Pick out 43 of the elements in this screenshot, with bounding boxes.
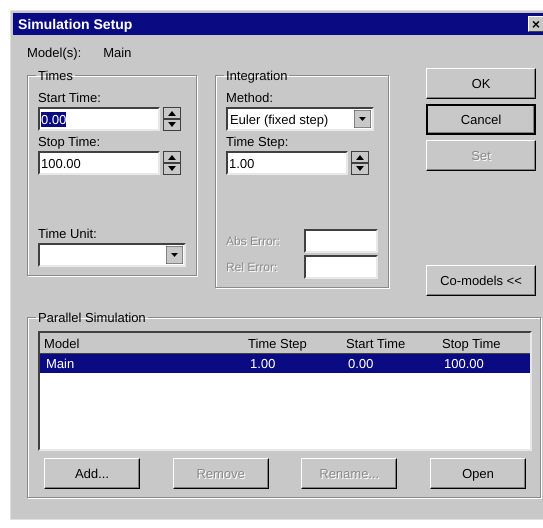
column-header[interactable]: Stop Time [438, 336, 530, 350]
field-label: Time Unit: [38, 226, 98, 243]
list-button[interactable]: Open [430, 458, 526, 489]
input-field[interactable]: 0.00 [38, 107, 160, 131]
table-cell-text: 0.00 [347, 356, 374, 371]
models-value: Main [103, 44, 132, 60]
column-header[interactable]: Model [40, 336, 244, 350]
input-field[interactable]: 100.00 [38, 151, 160, 175]
table-cell-text: Main [45, 356, 76, 371]
column-header[interactable]: Start Time [342, 336, 438, 350]
dialog-button[interactable]: Cancel [426, 104, 536, 135]
field-value: 1.00 [229, 156, 254, 170]
dropdown-field[interactable]: Euler (fixed step) [226, 107, 374, 131]
input-field[interactable] [304, 229, 378, 253]
field-label: Time Step: [226, 134, 290, 151]
column-header[interactable]: Time Step [244, 336, 342, 350]
field-value: 100.00 [41, 156, 81, 170]
input-field[interactable] [304, 255, 378, 279]
models-label: Model(s): [27, 44, 82, 60]
co-models-button[interactable]: Co-models << [426, 265, 536, 296]
input-field[interactable]: 1.00 [226, 151, 348, 175]
list-row[interactable]: Main 1.00 0.00 100.00 [40, 354, 530, 373]
list-button[interactable]: Add... [44, 458, 140, 489]
group-title: Parallel Simulation [37, 310, 147, 325]
group-title: Integration [225, 68, 288, 83]
field-label: Start Time: [38, 90, 102, 107]
spin-buttons[interactable] [163, 107, 181, 131]
dialog-button[interactable]: OK [426, 68, 536, 99]
group-title: Times [37, 68, 74, 83]
field-label: Abs Error: [226, 234, 280, 248]
field-label: Method: [226, 90, 274, 107]
table-cell-text: 100.00 [443, 356, 485, 371]
table-cell-text: 1.00 [249, 356, 276, 371]
close-button[interactable]: × [528, 16, 543, 32]
dropdown-arrow-icon [354, 110, 371, 128]
field-label: Stop Time: [38, 134, 102, 151]
window-title: Simulation Setup [18, 16, 132, 32]
spin-buttons[interactable] [351, 151, 369, 175]
spin-buttons[interactable] [163, 151, 181, 175]
dropdown-arrow-icon [166, 246, 183, 264]
field-label: Rel Error: [226, 260, 278, 274]
dropdown-field[interactable] [38, 243, 186, 267]
field-value: 0.00 [41, 112, 66, 126]
